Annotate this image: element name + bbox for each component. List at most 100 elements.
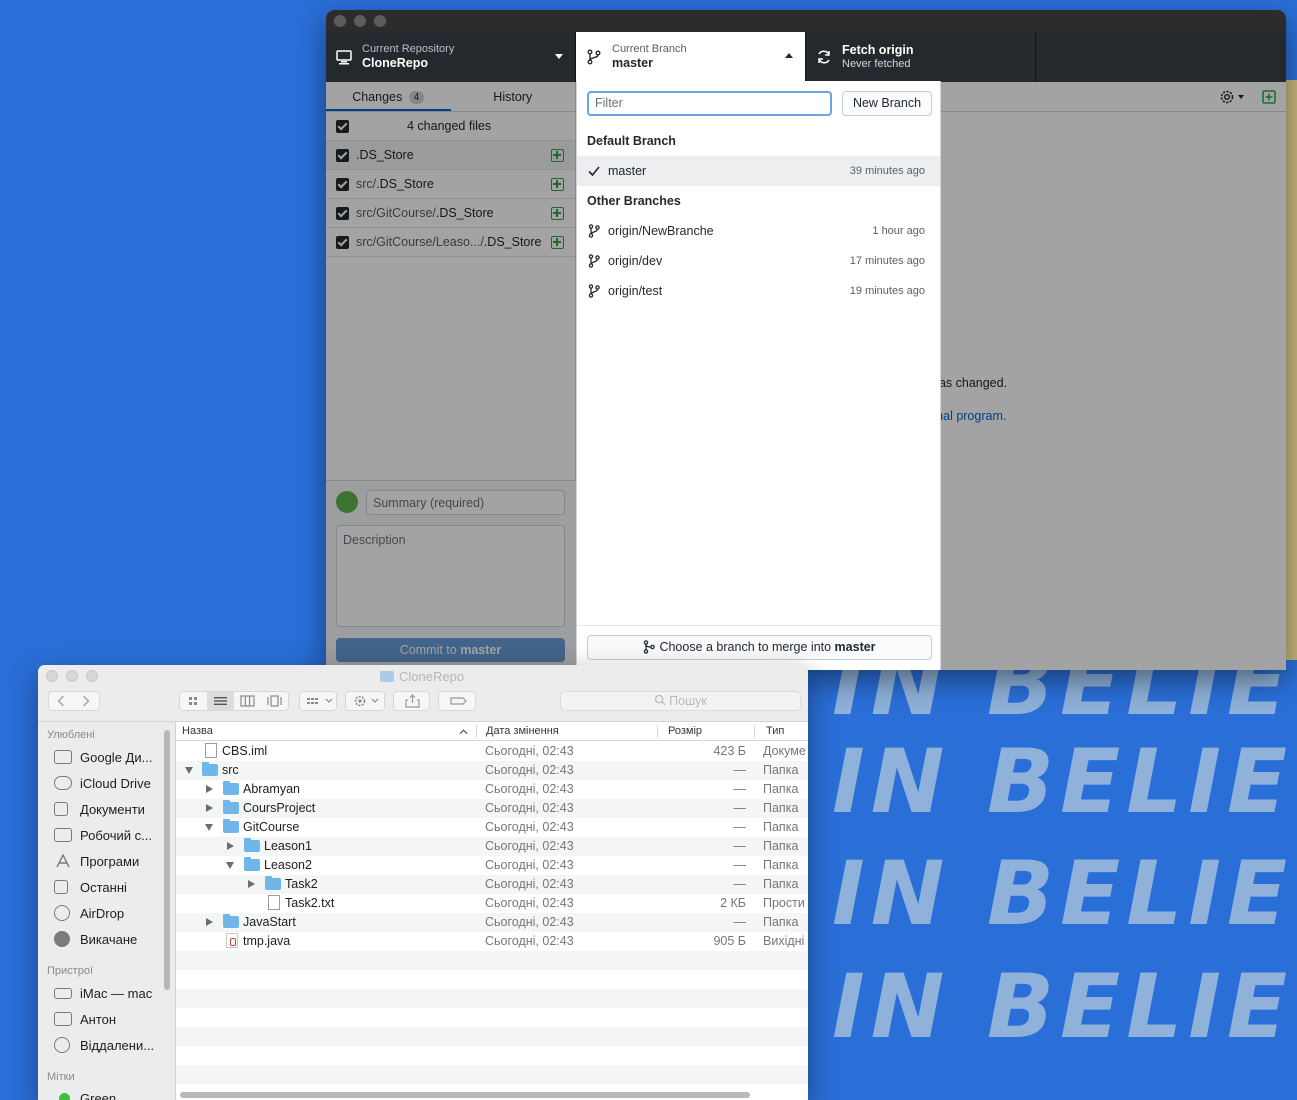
column-size[interactable]: Розмір — [668, 725, 702, 737]
chevron-left-icon[interactable] — [49, 692, 74, 710]
column-date[interactable]: Дата змінення — [486, 725, 559, 737]
icon-view-icon[interactable] — [180, 692, 207, 710]
sidebar-item-remote-disc[interactable]: Віддалени... — [54, 1035, 154, 1055]
table-row[interactable]: Leason1 Сьогодні, 02:43 — Папка — [176, 837, 808, 856]
sidebar-item-applications[interactable]: Програми — [54, 851, 139, 871]
table-row[interactable]: CBS.iml Сьогодні, 02:43 423 Б Докуме — [176, 742, 808, 761]
wallpaper-text: IN BELIEV — [832, 730, 1297, 833]
sidebar-item-desktop[interactable]: Робочий с... — [54, 825, 152, 845]
favorites-heading: Улюблені — [47, 729, 95, 741]
action-button[interactable] — [345, 691, 385, 711]
table-row[interactable]: JavaStart Сьогодні, 02:43 — Папка — [176, 913, 808, 932]
table-row[interactable]: Abramyan Сьогодні, 02:43 — Папка — [176, 780, 808, 799]
merge-icon — [644, 640, 656, 654]
chevron-right-icon[interactable] — [74, 692, 99, 710]
zoom-window-button[interactable] — [374, 15, 386, 27]
close-window-button[interactable] — [46, 670, 58, 682]
file-name: CBS.iml — [222, 744, 268, 758]
zoom-window-button[interactable] — [86, 670, 98, 682]
toolbar: Current Repository CloneRepo Current Bra… — [326, 32, 1286, 82]
branch-filter-input[interactable]: Filter — [587, 91, 832, 116]
desktop-icon — [54, 828, 72, 842]
folder-icon — [265, 876, 281, 890]
cloud-icon — [54, 776, 72, 790]
table-row[interactable]: GitCourse Сьогодні, 02:43 — Папка — [176, 818, 808, 837]
sidebar-item-label: Віддалени... — [80, 1037, 155, 1053]
file-kind: Папка — [763, 877, 799, 891]
table-row[interactable]: src Сьогодні, 02:43 — Папка — [176, 761, 808, 780]
group-button[interactable] — [299, 691, 337, 711]
table-row[interactable]: Task2.txt Сьогодні, 02:43 2 КБ Прости — [176, 894, 808, 913]
gallery-view-icon[interactable] — [261, 692, 288, 710]
folder-icon — [244, 857, 260, 871]
horizontal-scrollbar[interactable] — [180, 1092, 750, 1098]
file-kind: Папка — [763, 763, 799, 777]
column-kind[interactable]: Тип — [766, 725, 784, 737]
sidebar-item-google-drive[interactable]: Google Ди... — [54, 747, 152, 767]
sidebar-item-recents[interactable]: Останні — [54, 877, 127, 897]
table-row[interactable]: CoursProject Сьогодні, 02:43 — Папка — [176, 799, 808, 818]
minimize-window-button[interactable] — [354, 15, 366, 27]
table-row[interactable]: tmp.java Сьогодні, 02:43 905 Б Вихідні — [176, 932, 808, 951]
sidebar-item-label: Google Ди... — [80, 749, 153, 765]
disclosure-triangle[interactable] — [227, 842, 234, 850]
file-name: tmp.java — [243, 934, 291, 948]
file-name: JavaStart — [243, 915, 296, 929]
minimize-window-button[interactable] — [66, 670, 78, 682]
view-mode-buttons[interactable] — [179, 691, 289, 711]
folder-icon — [244, 838, 260, 852]
file-date: Сьогодні, 02:43 — [485, 877, 574, 891]
search-field[interactable]: Пошук — [560, 691, 801, 711]
fetch-origin-button[interactable]: Fetch origin Never fetched — [806, 32, 1036, 82]
computer-icon — [336, 50, 352, 65]
airdrop-icon — [54, 905, 70, 921]
column-name[interactable]: Назва — [182, 725, 213, 737]
branch-item[interactable]: origin/NewBranche 1 hour ago — [577, 216, 940, 246]
disclosure-triangle[interactable] — [205, 824, 213, 831]
close-window-button[interactable] — [334, 15, 346, 27]
empty-row — [176, 951, 808, 970]
sidebar-item-home[interactable]: Антон — [54, 1009, 116, 1029]
table-row[interactable]: Task2 Сьогодні, 02:43 — Папка — [176, 875, 808, 894]
file-date: Сьогодні, 02:43 — [485, 915, 574, 929]
disclosure-triangle[interactable] — [248, 880, 255, 888]
disclosure-triangle[interactable] — [206, 804, 213, 812]
back-forward-buttons[interactable] — [48, 691, 100, 711]
folder-icon — [223, 800, 239, 814]
disclosure-triangle[interactable] — [206, 918, 213, 926]
current-repository-button[interactable]: Current Repository CloneRepo — [326, 32, 576, 82]
file-kind: Докуме — [763, 744, 806, 758]
new-branch-button[interactable]: New Branch — [842, 91, 932, 116]
sidebar-scrollbar[interactable] — [164, 730, 170, 990]
recents-icon — [54, 880, 68, 894]
branch-item-master[interactable]: master 39 minutes ago — [577, 156, 940, 186]
sidebar-item-imac[interactable]: iMac — mac — [54, 983, 152, 1003]
sidebar-item-tag-green[interactable]: Green — [54, 1088, 116, 1100]
disclosure-triangle[interactable] — [226, 862, 234, 869]
sidebar-item-icloud[interactable]: iCloud Drive — [54, 773, 151, 793]
file-name: Leason2 — [264, 858, 312, 872]
share-button[interactable] — [393, 691, 430, 711]
disclosure-triangle[interactable] — [206, 785, 213, 793]
file-size: 905 Б — [713, 934, 746, 948]
branch-item[interactable]: origin/dev 17 minutes ago — [577, 246, 940, 276]
table-row[interactable]: Leason2 Сьогодні, 02:43 — Папка — [176, 856, 808, 875]
tags-button[interactable] — [438, 691, 476, 711]
file-size: — — [733, 801, 747, 815]
current-branch-button[interactable]: Current Branch master — [576, 32, 806, 82]
column-view-icon[interactable] — [234, 692, 261, 710]
merge-branch: master — [834, 640, 876, 654]
disclosure-triangle[interactable] — [185, 767, 193, 774]
wallpaper-accent — [1286, 80, 1297, 660]
sidebar-item-documents[interactable]: Документи — [54, 799, 145, 819]
list-view-icon[interactable] — [207, 692, 234, 710]
branch-item[interactable]: origin/test 19 minutes ago — [577, 276, 940, 306]
share-icon — [405, 694, 420, 708]
title-bar — [326, 10, 1286, 32]
empty-row — [176, 1065, 808, 1084]
sidebar-item-airdrop[interactable]: AirDrop — [54, 903, 124, 923]
wallpaper-text: IN BELIEV — [832, 842, 1297, 945]
merge-branch-button[interactable]: Choose a branch to merge into master — [587, 635, 932, 660]
sidebar-item-downloads[interactable]: Викачане — [54, 929, 137, 949]
empty-row — [176, 1046, 808, 1065]
